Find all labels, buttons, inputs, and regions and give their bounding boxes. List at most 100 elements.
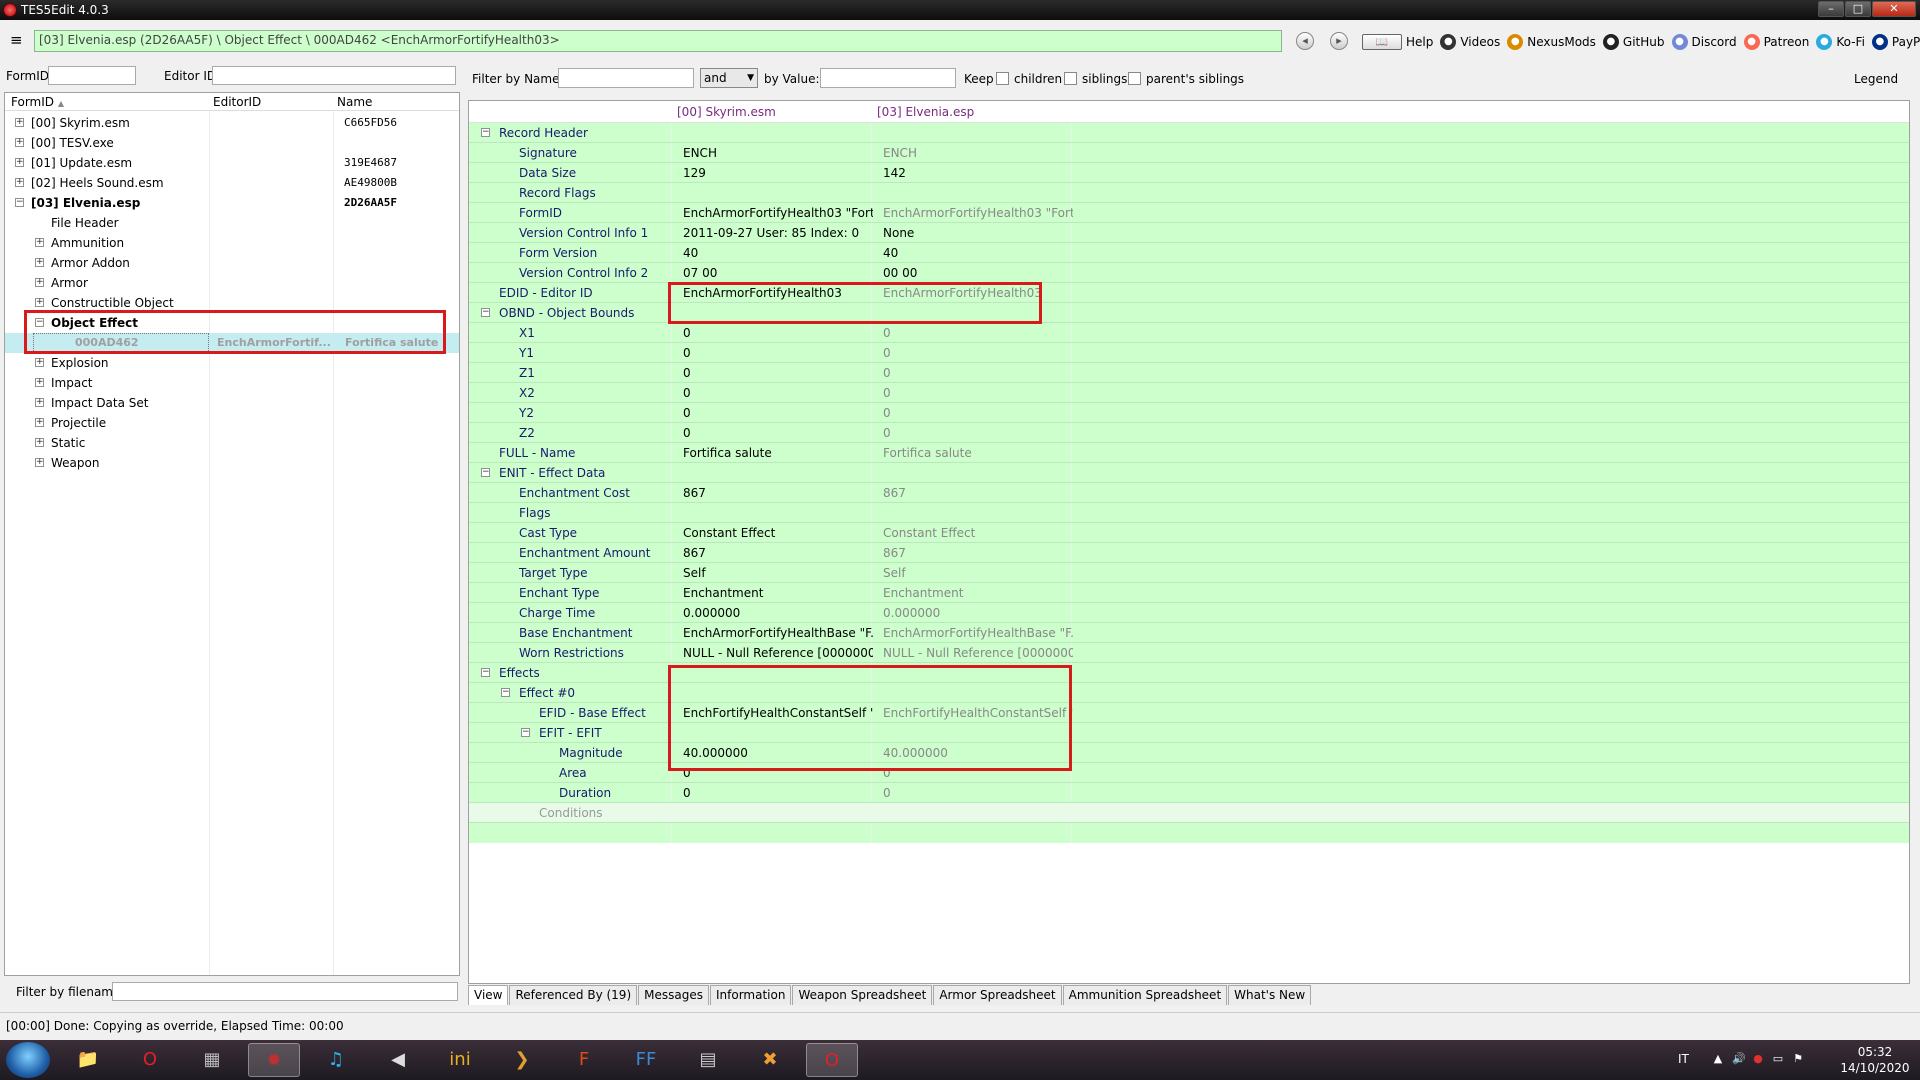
record-row[interactable]: Enchantment Cost 867 867 bbox=[469, 483, 1909, 503]
record-row[interactable]: FormID EnchArmorFortifyHealth03 "Forti...… bbox=[469, 203, 1909, 223]
filename-filter-input[interactable] bbox=[112, 982, 458, 1001]
col-formid[interactable]: FormID ▲ bbox=[11, 95, 64, 109]
panel-splitter[interactable] bbox=[460, 64, 468, 1012]
link-ko-fi[interactable]: ● Ko-Fi bbox=[1816, 34, 1865, 50]
close-button[interactable]: ✕ bbox=[1872, 1, 1916, 17]
tree-row[interactable]: − [03] Elvenia.esp 2D26AA5F bbox=[5, 193, 459, 213]
collapse-icon[interactable]: − bbox=[481, 128, 490, 137]
tree-row[interactable]: + Impact bbox=[5, 373, 459, 393]
taskbar-app-ini[interactable]: ini bbox=[434, 1043, 486, 1077]
record-row[interactable]: X2 0 0 bbox=[469, 383, 1909, 403]
record-row[interactable]: Data Size 129 142 bbox=[469, 163, 1909, 183]
link-github[interactable]: ● GitHub bbox=[1602, 34, 1665, 50]
taskbar-app-music[interactable]: ♫ bbox=[310, 1043, 362, 1077]
back-button[interactable]: ◂ bbox=[1296, 32, 1314, 50]
menu-icon[interactable]: ≡ bbox=[10, 33, 23, 48]
record-row[interactable]: Y1 0 0 bbox=[469, 343, 1909, 363]
record-row[interactable]: Version Control Info 1 2011-09-27 User: 8… bbox=[469, 223, 1909, 243]
tree-row[interactable]: + Explosion bbox=[5, 353, 459, 373]
record-row[interactable]: Cast Type Constant Effect Constant Effect bbox=[469, 523, 1909, 543]
tab-messages[interactable]: Messages bbox=[638, 985, 709, 1005]
taskbar-app-app-f[interactable]: F bbox=[558, 1043, 610, 1077]
record-row[interactable]: Duration 0 0 bbox=[469, 783, 1909, 803]
tree-row[interactable]: + Ammunition bbox=[5, 233, 459, 253]
expand-icon[interactable]: + bbox=[35, 258, 44, 267]
record-row[interactable]: Conditions bbox=[469, 803, 1909, 823]
tray-expand-icon[interactable]: ▲ bbox=[1712, 1053, 1724, 1065]
expand-icon[interactable]: + bbox=[35, 438, 44, 447]
expand-icon[interactable]: + bbox=[35, 358, 44, 367]
link-paypal[interactable]: ●PayPal bbox=[1871, 34, 1920, 50]
expand-icon[interactable]: + bbox=[35, 458, 44, 467]
taskbar-app-notepad[interactable]: ▤ bbox=[682, 1043, 734, 1077]
record-row[interactable]: Z1 0 0 bbox=[469, 363, 1909, 383]
tab-ammunition-spreadsheet[interactable]: Ammunition Spreadsheet bbox=[1062, 985, 1228, 1005]
legend-button[interactable]: Legend bbox=[1854, 72, 1898, 86]
expand-icon[interactable]: + bbox=[35, 378, 44, 387]
tab-armor-spreadsheet[interactable]: Armor Spreadsheet bbox=[933, 985, 1062, 1005]
record-row[interactable]: Form Version 40 40 bbox=[469, 243, 1909, 263]
link-videos[interactable]: ● Videos bbox=[1440, 34, 1500, 50]
taskbar-app-ffdec[interactable]: FF bbox=[620, 1043, 672, 1077]
collapse-icon[interactable]: − bbox=[481, 308, 490, 317]
collapse-icon[interactable]: − bbox=[15, 198, 24, 207]
tree-row[interactable]: File Header bbox=[5, 213, 459, 233]
record-row[interactable]: X1 0 0 bbox=[469, 323, 1909, 343]
record-row[interactable]: Base Enchantment EnchArmorFortifyHealthBa… bbox=[469, 623, 1909, 643]
start-button[interactable] bbox=[6, 1042, 50, 1078]
link-discord[interactable]: ● Discord bbox=[1671, 34, 1737, 50]
clock[interactable]: 05:32 14/10/2020 bbox=[1840, 1044, 1910, 1076]
record-row[interactable]: Version Control Info 2 07 00 00 00 bbox=[469, 263, 1909, 283]
network-icon[interactable]: ▭ bbox=[1772, 1053, 1784, 1065]
formid-search-input[interactable] bbox=[48, 66, 136, 85]
filter-value-input[interactable] bbox=[820, 68, 956, 88]
forward-button[interactable]: ▸ bbox=[1330, 32, 1348, 50]
collapse-icon[interactable]: − bbox=[481, 668, 490, 677]
taskbar-app-opera[interactable]: O bbox=[124, 1043, 176, 1077]
minimize-button[interactable]: – bbox=[1818, 1, 1844, 17]
collapse-icon[interactable]: − bbox=[481, 468, 490, 477]
expand-icon[interactable]: + bbox=[15, 118, 24, 127]
expand-icon[interactable]: + bbox=[35, 278, 44, 287]
taskbar-app-arrow[interactable]: ❯ bbox=[496, 1043, 548, 1077]
tree-row[interactable]: + [00] TESV.exe bbox=[5, 133, 459, 153]
siblings-checkbox[interactable] bbox=[1064, 72, 1077, 85]
record-row[interactable]: Enchant Type Enchantment Enchantment bbox=[469, 583, 1909, 603]
expand-icon[interactable]: + bbox=[15, 158, 24, 167]
record-row[interactable]: FULL - Name Fortifica salute Fortifica sal… bbox=[469, 443, 1909, 463]
language-indicator[interactable]: IT bbox=[1678, 1052, 1689, 1066]
record-row[interactable]: − ENIT - Effect Data bbox=[469, 463, 1909, 483]
taskbar-app-game[interactable]: ✖ bbox=[744, 1043, 796, 1077]
editorid-search-input[interactable] bbox=[212, 66, 456, 85]
tree-row[interactable]: + Impact Data Set bbox=[5, 393, 459, 413]
tree-row[interactable]: + Armor bbox=[5, 273, 459, 293]
tree-row[interactable]: + Armor Addon bbox=[5, 253, 459, 273]
taskbar-app-opera-active[interactable]: O bbox=[806, 1043, 858, 1077]
col-name[interactable]: Name bbox=[337, 95, 372, 109]
taskbar-app-explorer[interactable]: 📁 bbox=[62, 1043, 114, 1077]
taskbar-app-tes5edit[interactable]: ✹ bbox=[248, 1043, 300, 1077]
link-help[interactable]: 📖 Help bbox=[1362, 34, 1433, 50]
expand-icon[interactable]: + bbox=[35, 298, 44, 307]
tree-row[interactable]: + Weapon bbox=[5, 453, 459, 473]
record-row[interactable]: Record Flags bbox=[469, 183, 1909, 203]
col-elvenia-esp[interactable]: [03] Elvenia.esp bbox=[877, 105, 974, 119]
link-patreon[interactable]: ● Patreon bbox=[1743, 34, 1809, 50]
col-skyrim-esm[interactable]: [00] Skyrim.esm bbox=[677, 105, 776, 119]
flag-icon[interactable]: ⚑ bbox=[1792, 1053, 1804, 1065]
record-row[interactable]: Worn Restrictions NULL - Null Reference [… bbox=[469, 643, 1909, 663]
volume-icon[interactable]: 🔊 bbox=[1732, 1053, 1746, 1065]
expand-icon[interactable]: + bbox=[35, 398, 44, 407]
collapse-icon[interactable]: − bbox=[521, 728, 530, 737]
tree-row[interactable]: + [00] Skyrim.esm C665FD56 bbox=[5, 113, 459, 133]
col-editorid[interactable]: EditorID bbox=[213, 95, 261, 109]
record-row[interactable]: Y2 0 0 bbox=[469, 403, 1909, 423]
record-row[interactable]: − Record Header bbox=[469, 123, 1909, 143]
parents-siblings-checkbox[interactable] bbox=[1128, 72, 1141, 85]
expand-icon[interactable]: + bbox=[15, 178, 24, 187]
record-row[interactable]: Charge Time 0.000000 0.000000 bbox=[469, 603, 1909, 623]
and-or-combo[interactable]: and ▼ bbox=[700, 68, 758, 88]
link-nexusmods[interactable]: ● NexusMods bbox=[1507, 34, 1596, 50]
taskbar-app-vlc-like[interactable]: ▦ bbox=[186, 1043, 238, 1077]
taskbar-app-audio[interactable]: ◀ bbox=[372, 1043, 424, 1077]
